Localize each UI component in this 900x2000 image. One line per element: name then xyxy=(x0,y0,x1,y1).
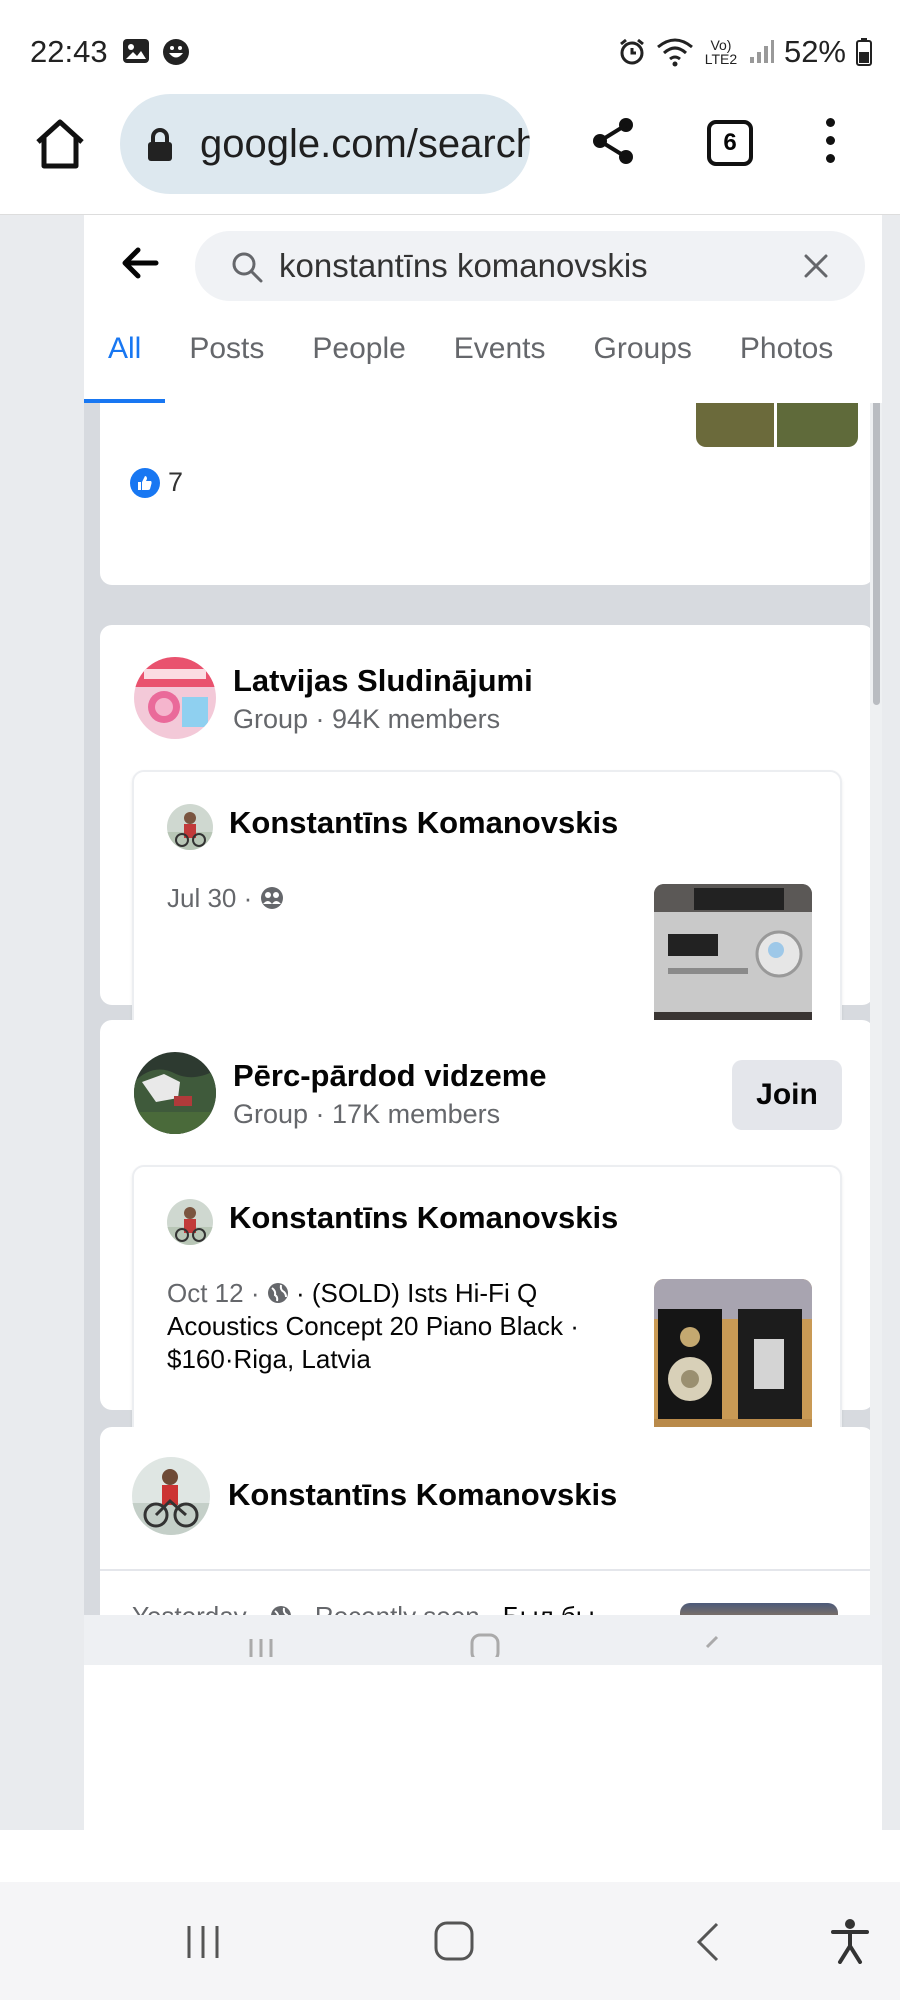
status-right: Vo) LTE2 52% xyxy=(618,34,872,70)
clear-search-icon[interactable] xyxy=(803,253,829,279)
join-button[interactable]: Join xyxy=(732,1060,842,1130)
post-thumbnail[interactable] xyxy=(654,884,812,1042)
status-time: 22:43 xyxy=(30,34,108,69)
browser-toolbar: google.com/search 6 xyxy=(0,90,900,215)
status-bar: 22:43 Vo) LTE2 52% xyxy=(0,0,900,100)
embedded-nav-bar xyxy=(84,1615,882,1665)
gallery-icon xyxy=(123,39,149,63)
signal-icon xyxy=(749,40,774,63)
address-bar[interactable]: google.com/search xyxy=(120,94,530,194)
back-nav-icon xyxy=(705,1635,719,1649)
group-meta: Group · 94K members xyxy=(233,704,501,734)
volte-label: Vo) LTE2 xyxy=(704,37,738,67)
post-date: Jul 30 · xyxy=(167,883,253,913)
lock-icon xyxy=(148,128,172,161)
author-name[interactable]: Konstantīns Komanovskis xyxy=(229,1200,618,1236)
scrollbar[interactable] xyxy=(870,215,882,1830)
alarm-icon xyxy=(620,38,644,65)
post-thumbnail[interactable] xyxy=(654,1279,812,1437)
wifi-icon xyxy=(657,38,693,67)
search-input[interactable]: konstantīns komanovskis xyxy=(195,231,865,301)
url-text: google.com/search xyxy=(200,122,530,166)
face-icon xyxy=(163,39,189,65)
post-meta: Jul 30 · xyxy=(167,882,587,915)
post-meta: Oct 12 · · (SOLD) Ists Hi-Fi Q Acoustics… xyxy=(167,1277,587,1376)
more-options-icon[interactable] xyxy=(820,118,840,168)
accessibility-icon[interactable] xyxy=(830,1918,870,1964)
tab-posts[interactable]: Posts xyxy=(165,331,288,403)
search-header: konstantīns komanovskis All Posts People… xyxy=(84,215,882,403)
group-result-card[interactable]: Pērc-pārdod vidzeme Group · 17K members … xyxy=(100,1020,874,1470)
tab-events[interactable]: Events xyxy=(430,331,570,403)
group-avatar[interactable] xyxy=(134,1052,216,1134)
avatar[interactable] xyxy=(132,1457,210,1535)
search-icon xyxy=(232,252,263,283)
like-icon xyxy=(130,467,160,498)
tab-people[interactable]: People xyxy=(288,331,429,403)
home-nav-icon xyxy=(470,1633,500,1657)
results-tabs: All Posts People Events Groups Photos xyxy=(84,331,882,403)
tab-groups[interactable]: Groups xyxy=(570,331,716,403)
facebook-search-results: konstantīns komanovskis All Posts People… xyxy=(84,215,882,1830)
tab-photos[interactable]: Photos xyxy=(716,331,857,403)
reaction-count: 7 xyxy=(168,467,184,497)
post-photo-thumbnails[interactable] xyxy=(696,403,858,447)
home-icon[interactable] xyxy=(30,114,90,174)
battery-icon xyxy=(856,38,872,66)
divider xyxy=(100,1569,874,1571)
group-avatar[interactable] xyxy=(134,657,216,739)
avatar[interactable] xyxy=(167,1199,213,1245)
group-post[interactable]: Konstantīns Komanovskis Oct 12 · · (SOLD… xyxy=(132,1165,842,1470)
author-name[interactable]: Konstantīns Komanovskis xyxy=(228,1477,617,1513)
group-audience-icon xyxy=(260,887,283,909)
web-page: konstantīns komanovskis All Posts People… xyxy=(0,215,900,1830)
avatar[interactable] xyxy=(167,804,213,850)
share-icon[interactable] xyxy=(590,116,636,166)
group-meta: Group · 17K members xyxy=(233,1099,501,1129)
post-date: Oct 12 · xyxy=(167,1278,260,1308)
recent-apps-icon[interactable] xyxy=(183,1922,223,1962)
group-name[interactable]: Pērc-pārdod vidzeme xyxy=(233,1058,547,1094)
battery-percent: 52% xyxy=(783,34,846,69)
system-navigation-bar xyxy=(0,1882,900,2000)
result-card: 7 xyxy=(100,375,874,585)
back-nav-icon[interactable] xyxy=(693,1920,723,1964)
tab-all[interactable]: All xyxy=(84,331,166,403)
group-result-card[interactable]: Latvijas Sludinājumi Group · 94K members… xyxy=(100,625,874,1075)
globe-icon xyxy=(267,1283,288,1303)
recent-apps-icon xyxy=(249,1639,273,1657)
search-query: konstantīns komanovskis xyxy=(279,247,648,284)
home-nav-icon[interactable] xyxy=(433,1920,475,1962)
group-name[interactable]: Latvijas Sludinājumi xyxy=(233,663,533,699)
back-arrow-icon[interactable] xyxy=(120,245,160,281)
reactions[interactable]: 7 xyxy=(130,467,183,498)
author-name[interactable]: Konstantīns Komanovskis xyxy=(229,805,618,841)
tab-switcher-button[interactable]: 6 xyxy=(707,120,753,166)
